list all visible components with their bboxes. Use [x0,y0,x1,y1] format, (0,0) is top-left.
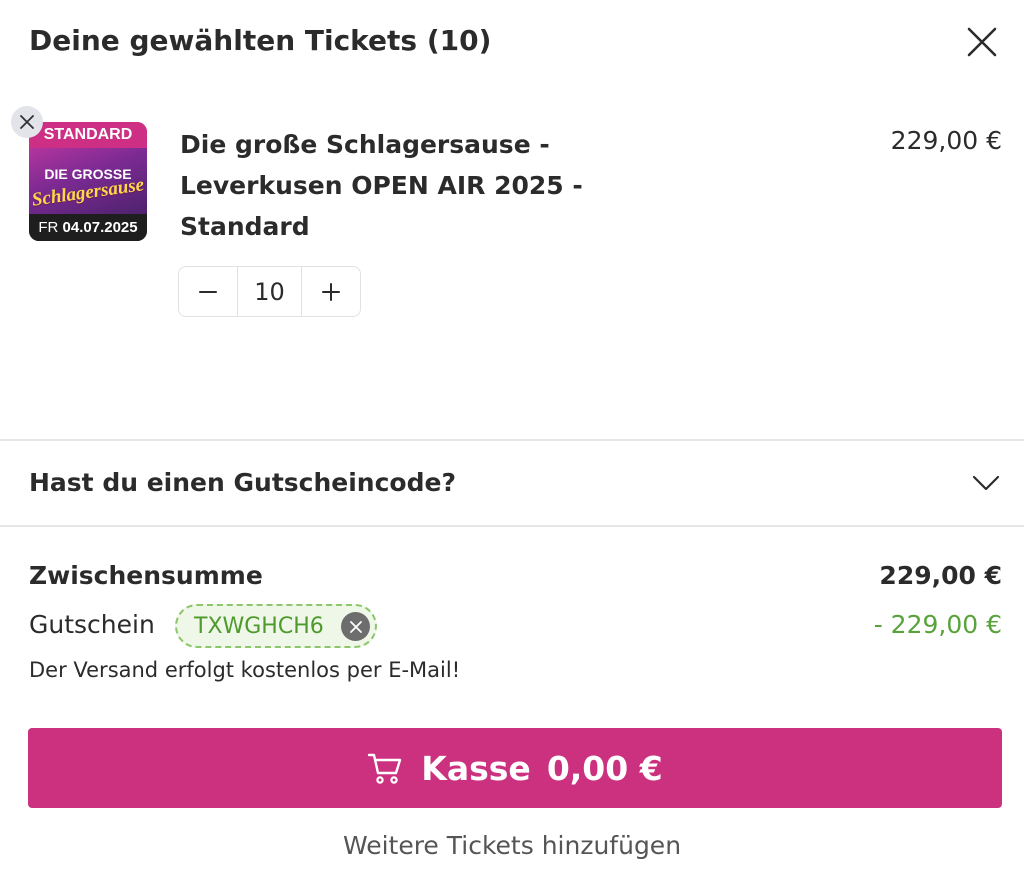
event-date: 04.07.2025 [62,219,138,236]
divider [0,439,1024,441]
divider [0,525,1024,527]
close-icon [349,620,362,633]
close-icon [20,115,34,129]
chevron-down-icon [972,475,1000,491]
applied-voucher-chip: TXWGHCH6 [175,604,377,648]
quantity-value[interactable]: 10 [237,267,302,316]
voucher-code-label: Hast du einen Gutscheincode? [29,468,456,497]
increase-quantity-button[interactable] [302,267,360,316]
voucher-code-toggle[interactable]: Hast du einen Gutscheincode? [0,442,1024,526]
voucher-discount-value: - 229,00 € [873,610,1002,639]
remove-voucher-button[interactable] [341,612,370,641]
subtotal-label: Zwischensumme [29,561,263,590]
ticket-thumbnail: STANDARD DIE GROSSE Schlagersause FR 04.… [29,122,147,241]
remove-item-button[interactable] [11,106,43,138]
add-more-tickets-link[interactable]: Weitere Tickets hinzufügen [0,831,1024,860]
voucher-label: Gutschein [29,610,155,639]
close-icon [967,27,997,57]
page-title: Deine gewählten Tickets (10) [29,24,492,57]
quantity-stepper: 10 [178,266,361,317]
checkout-amount: 0,00 € [546,748,663,788]
ticket-category-badge: STANDARD [29,122,147,148]
subtotal-value: 229,00 € [879,561,1002,590]
plus-icon [322,282,340,301]
decrease-quantity-button[interactable] [179,267,237,316]
voucher-code: TXWGHCH6 [194,614,324,639]
cart-header: Deine gewählten Tickets (10) [0,0,1024,90]
checkout-label: Kasse [421,748,531,788]
checkout-button[interactable]: Kasse 0,00 € [28,728,1002,808]
event-date-prefix: FR [38,219,59,236]
minus-icon [199,290,217,293]
cart-icon [368,753,402,784]
event-date-banner: FR 04.07.2025 [29,214,147,241]
close-button[interactable] [962,22,1002,62]
ticket-price: 229,00 € [890,126,1002,155]
shipping-note: Der Versand erfolgt kostenlos per E-Mail… [29,658,461,682]
ticket-name: Die große Schlagersause - Leverkusen OPE… [180,130,583,241]
